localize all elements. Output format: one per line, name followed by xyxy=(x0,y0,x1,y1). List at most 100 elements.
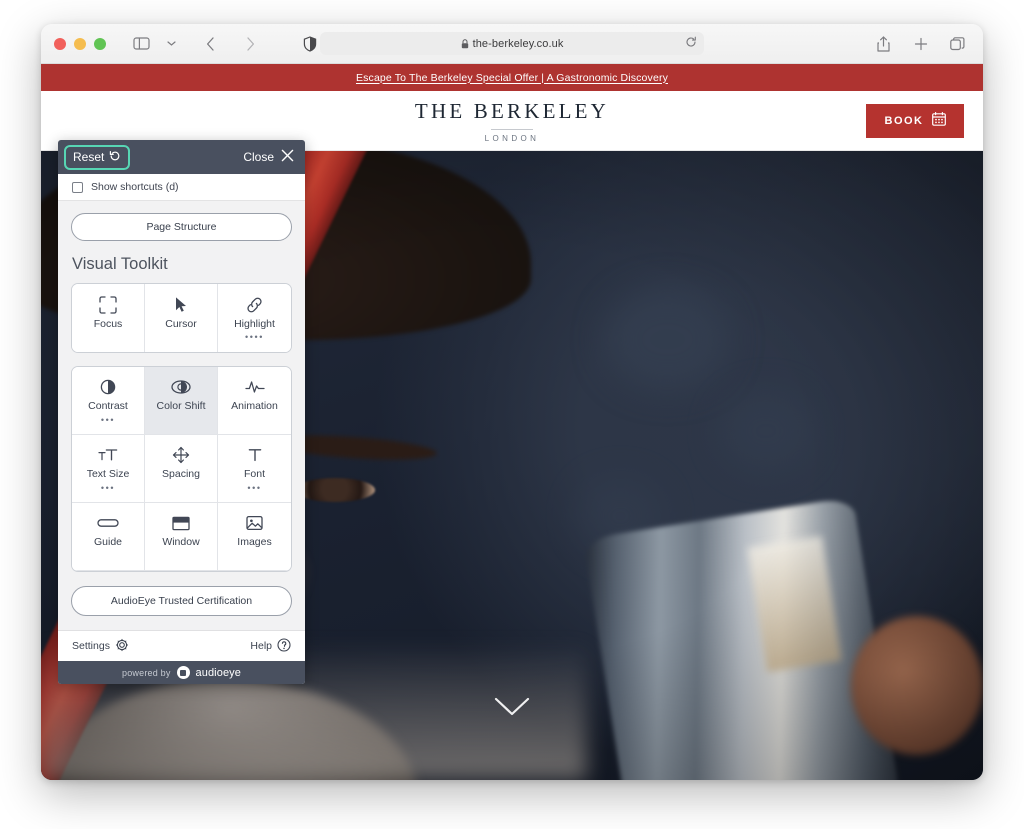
audioeye-brand-name: audioeye xyxy=(195,666,241,679)
link-chain-icon xyxy=(245,295,264,315)
close-x-icon xyxy=(281,149,294,165)
toolbar-left-icons xyxy=(128,31,264,56)
minimize-window-button[interactable] xyxy=(74,37,86,50)
toolkit-label: Color Shift xyxy=(156,400,206,413)
settings-label: Settings xyxy=(72,640,110,652)
visual-toolkit-group-b: Contrast ••• Color Shift Animation Text … xyxy=(71,366,292,572)
text-size-icon xyxy=(98,445,118,465)
toolkit-button-text-size[interactable]: Text Size ••• xyxy=(72,435,145,503)
browser-window: the-berkeley.co.uk Escape To The Berkele… xyxy=(41,24,983,780)
powered-by-text: powered by xyxy=(122,667,171,678)
visual-toolkit-group-a: Focus Cursor Highlight •••• xyxy=(71,283,292,353)
promo-banner: Escape To The Berkeley Special Offer | A… xyxy=(41,64,983,91)
book-button-label: BOOK xyxy=(884,114,924,127)
plus-icon[interactable] xyxy=(907,31,934,56)
toolkit-button-guide[interactable]: Guide xyxy=(72,503,145,571)
animation-waveform-icon xyxy=(244,377,265,397)
zoom-window-button[interactable] xyxy=(94,37,106,50)
toolkit-dots: ••• xyxy=(247,482,262,493)
color-shift-eye-icon xyxy=(171,377,191,397)
site-logo[interactable]: THE BERKELEY LONDON xyxy=(415,99,609,143)
audioeye-panel-header: Reset Close xyxy=(58,140,305,174)
toolkit-label: Window xyxy=(162,536,200,549)
toolbar-right-icons xyxy=(870,31,971,56)
close-window-button[interactable] xyxy=(54,37,66,50)
audioeye-panel-footer: Settings Help xyxy=(58,630,305,661)
calendar-icon xyxy=(931,112,946,129)
toolkit-button-contrast[interactable]: Contrast ••• xyxy=(72,367,145,435)
gear-icon xyxy=(115,638,129,655)
reset-button[interactable]: Reset xyxy=(63,144,131,170)
contrast-half-circle-icon xyxy=(100,377,116,397)
hero-subject-eye-right xyxy=(295,478,376,502)
toolkit-dots: ••• xyxy=(100,414,116,425)
brand-name: THE BERKELEY xyxy=(414,98,610,123)
spacing-arrows-icon xyxy=(172,445,190,465)
address-bar[interactable]: the-berkeley.co.uk xyxy=(320,32,704,55)
share-icon[interactable] xyxy=(870,31,897,56)
toolkit-label: Highlight xyxy=(234,317,275,330)
toolkit-label: Font xyxy=(243,468,265,481)
toolkit-button-color-shift[interactable]: Color Shift xyxy=(145,367,218,435)
powered-by-audioeye[interactable]: powered by audioeye xyxy=(58,661,305,684)
toolkit-label: Text Size xyxy=(86,468,130,481)
window-traffic-lights xyxy=(54,37,106,50)
toolkit-button-window[interactable]: Window xyxy=(145,503,218,571)
promo-banner-link[interactable]: Escape To The Berkeley Special Offer | A… xyxy=(356,72,668,84)
privacy-shield-icon[interactable] xyxy=(303,35,317,52)
refresh-icon xyxy=(109,150,121,165)
help-label: Help xyxy=(250,640,272,652)
trusted-certification-button[interactable]: AudioEye Trusted Certification xyxy=(71,586,292,616)
sidebar-toggle-icon[interactable] xyxy=(128,31,155,56)
page-structure-button[interactable]: Page Structure xyxy=(71,213,292,241)
settings-button[interactable]: Settings xyxy=(72,638,129,655)
chevron-down-icon[interactable] xyxy=(158,31,185,56)
toolkit-dots: •••• xyxy=(244,332,264,343)
show-shortcuts-label: Show shortcuts (d) xyxy=(91,181,179,193)
reload-icon[interactable] xyxy=(685,35,697,53)
toolkit-label: Spacing xyxy=(162,468,200,481)
chevron-down-icon[interactable] xyxy=(494,697,530,722)
toolkit-button-animation[interactable]: Animation xyxy=(218,367,291,435)
toolkit-button-spacing[interactable]: Spacing xyxy=(145,435,218,503)
browser-toolbar: the-berkeley.co.uk xyxy=(41,24,983,64)
address-bar-url: the-berkeley.co.uk xyxy=(472,37,564,50)
address-bar-container: the-berkeley.co.uk xyxy=(320,32,704,55)
back-chevron-icon[interactable] xyxy=(197,31,224,56)
toolkit-button-font[interactable]: Font ••• xyxy=(218,435,291,503)
book-button[interactable]: BOOK xyxy=(866,103,964,138)
question-circle-icon xyxy=(277,637,291,655)
visual-toolkit-title: Visual Toolkit xyxy=(72,255,168,273)
cursor-pointer-icon xyxy=(174,295,189,315)
image-icon xyxy=(246,513,263,533)
hero-bokeh xyxy=(719,390,814,472)
help-button[interactable]: Help xyxy=(250,637,291,655)
toolkit-button-highlight[interactable]: Highlight •••• xyxy=(218,284,291,352)
brand-city: LONDON xyxy=(484,133,540,143)
toolkit-button-cursor[interactable]: Cursor xyxy=(145,284,218,352)
hero-cocktail-shaker xyxy=(583,496,903,780)
font-t-icon xyxy=(247,445,263,465)
close-panel-button[interactable]: Close xyxy=(243,149,294,165)
toolkit-label: Contrast xyxy=(88,400,128,413)
toolkit-button-images[interactable]: Images xyxy=(218,503,291,571)
tab-overview-icon[interactable] xyxy=(944,31,971,56)
show-shortcuts-checkbox[interactable] xyxy=(72,181,83,193)
hero-bokeh xyxy=(606,289,729,390)
show-shortcuts-row[interactable]: Show shortcuts (d) xyxy=(58,174,305,201)
forward-chevron-icon[interactable] xyxy=(237,31,264,56)
toolkit-button-focus[interactable]: Focus xyxy=(72,284,145,352)
toolkit-dots: ••• xyxy=(100,482,116,493)
focus-frame-icon xyxy=(99,295,117,315)
guide-pill-icon xyxy=(97,513,119,533)
window-icon xyxy=(172,513,190,533)
certification-section: AudioEye Trusted Certification xyxy=(58,572,305,630)
audioeye-panel: Reset Close Show shortcuts (d) Page Stru… xyxy=(58,140,305,684)
lock-icon xyxy=(461,38,469,49)
toolkit-label: Guide xyxy=(93,536,123,549)
web-page: Escape To The Berkeley Special Offer | A… xyxy=(41,64,983,780)
toolkit-label: Focus xyxy=(93,317,123,330)
audioeye-logo-icon xyxy=(176,666,190,679)
hero-subject-fingers xyxy=(851,616,983,755)
toolkit-label: Cursor xyxy=(165,317,197,330)
